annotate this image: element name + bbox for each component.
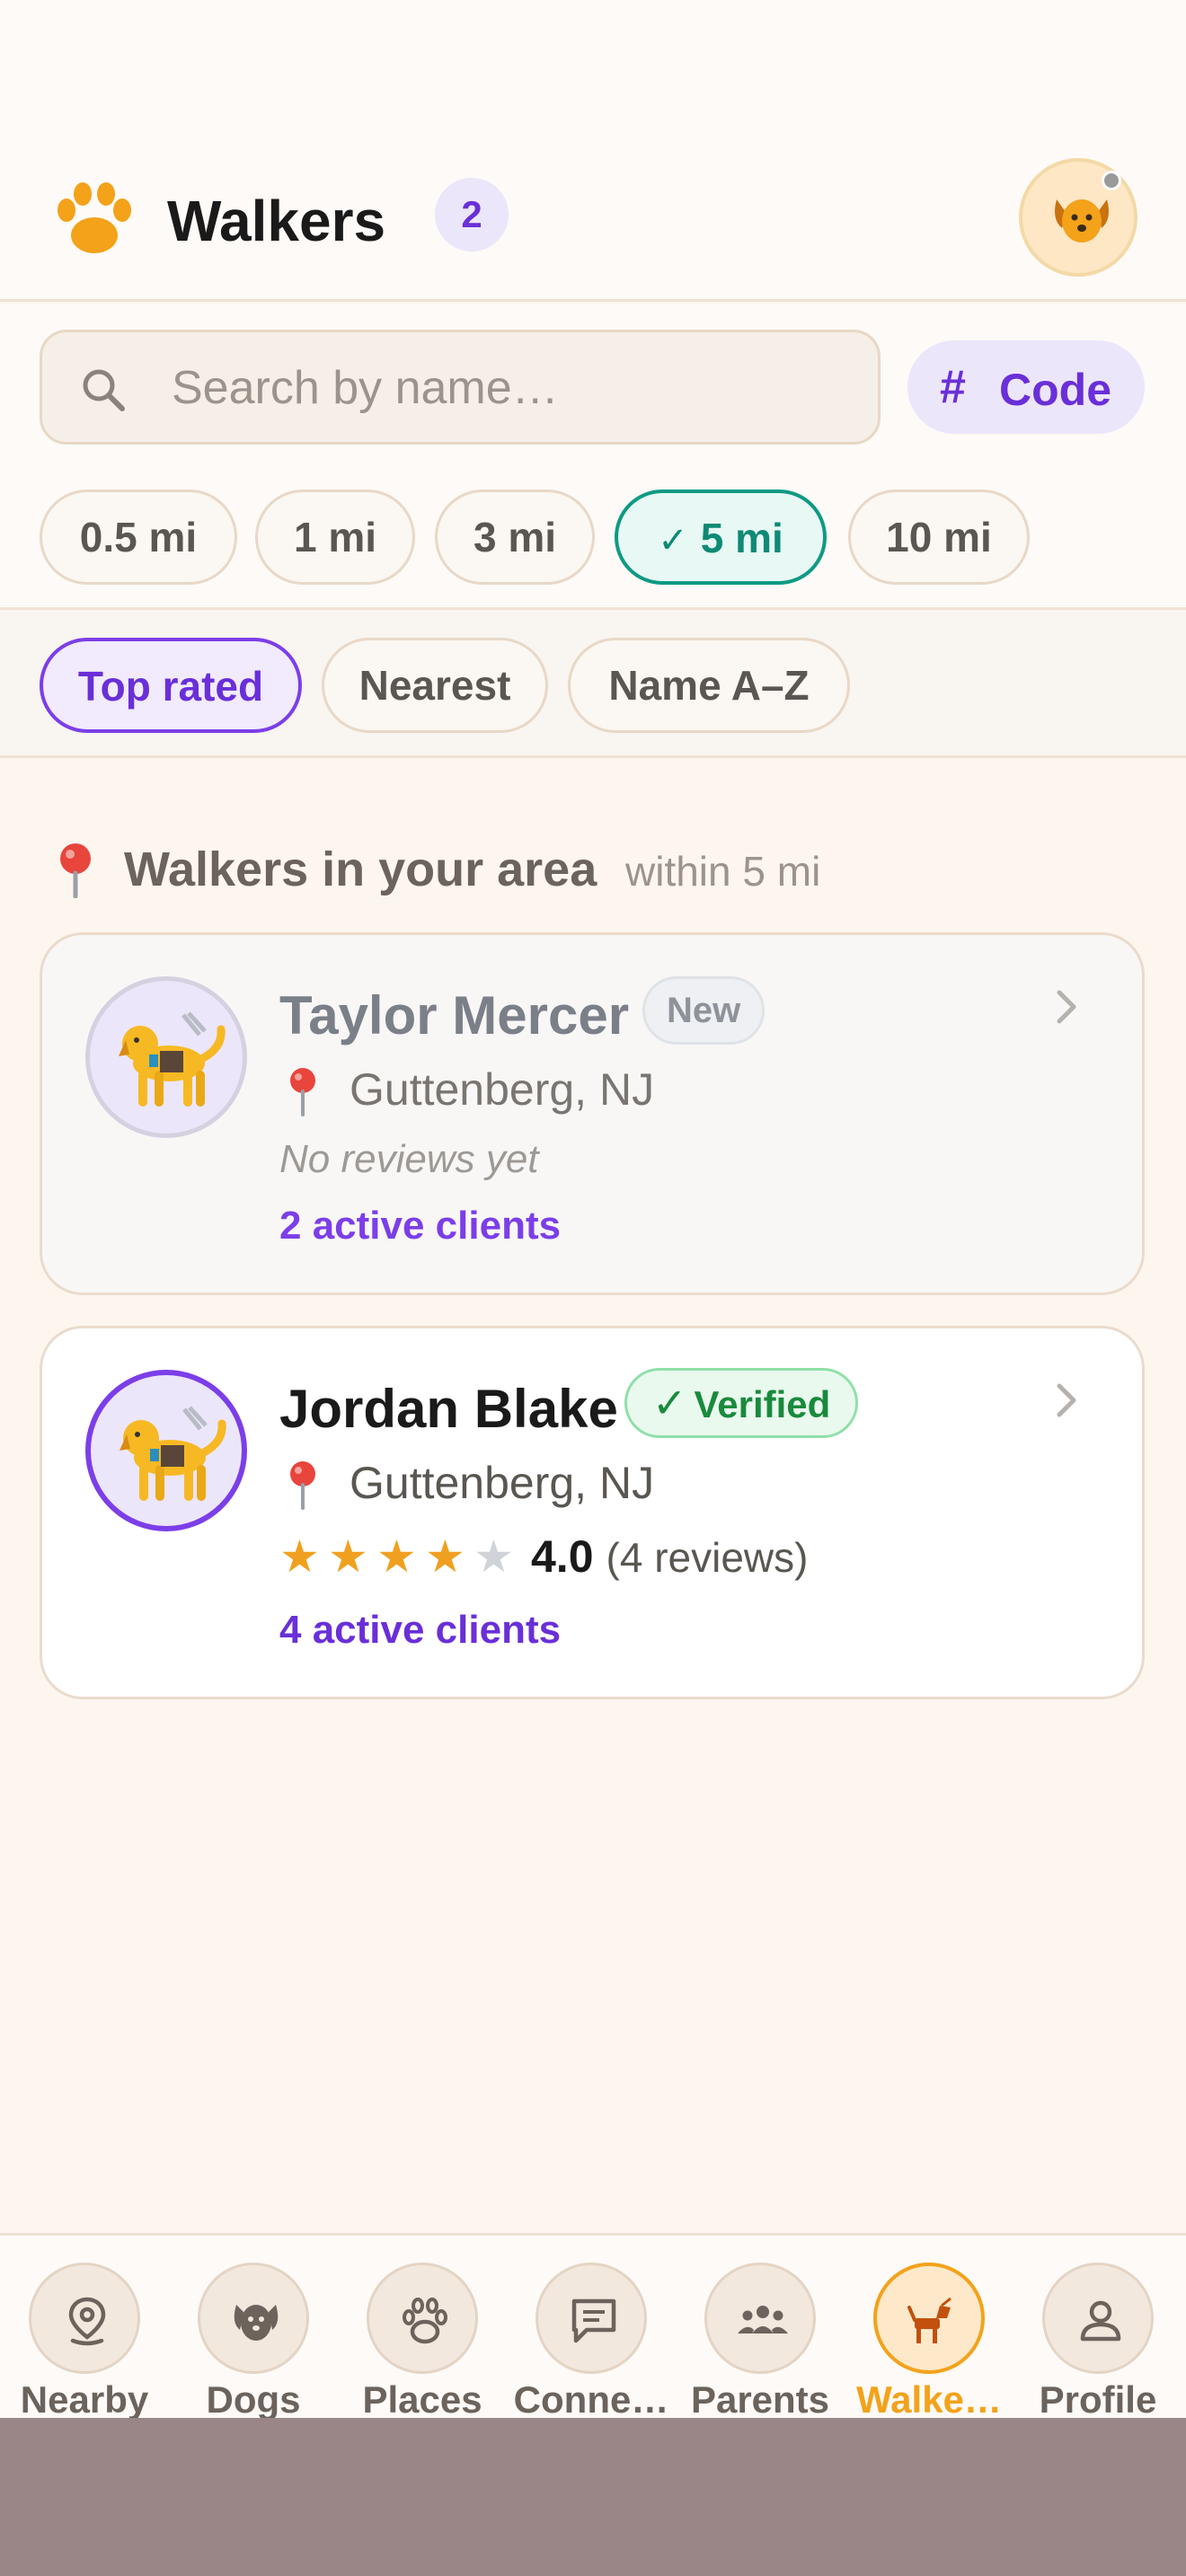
status-dot [1102, 171, 1121, 190]
location-pin-icon [290, 1461, 315, 1510]
dog-face-icon [1055, 199, 1109, 243]
page-title: Walkers [167, 189, 386, 253]
star-icon: ★ [279, 1531, 320, 1582]
nav-places[interactable]: Places [338, 2263, 507, 2421]
nav-icon-circle [873, 2263, 985, 2374]
nav-label: Conne… [513, 2378, 669, 2421]
new-badge: New [642, 976, 766, 1045]
paw-logo-icon [58, 182, 131, 253]
nav-parents[interactable]: Parents [676, 2263, 845, 2421]
nav-icon-circle [704, 2263, 816, 2374]
system-navigation-bar [0, 2418, 1186, 2576]
section-title: Walkers in your area [124, 842, 597, 896]
verified-badge: ✓ Verified [624, 1368, 859, 1438]
status-bar-area [0, 0, 1186, 153]
check-icon: ✓ [652, 1380, 687, 1426]
star-icon: ★ [376, 1531, 417, 1582]
nav-label: Nearby [20, 2378, 149, 2421]
dog-face-icon [234, 2305, 279, 2341]
nav-label: Dogs [206, 2378, 301, 2421]
person-icon [1080, 2300, 1121, 2342]
sort-chip-label: Top rated [77, 663, 264, 710]
search-icon [83, 369, 125, 411]
reviews-text: No reviews yet [279, 1137, 539, 1181]
distance-chip-label: 5 mi [700, 515, 783, 561]
hash-icon: # [940, 361, 966, 413]
walker-card[interactable]: Taylor Mercer New Guttenberg, NJ No revi… [40, 932, 1145, 1295]
chevron-right-icon [1057, 1383, 1076, 1417]
nav-profile[interactable]: Profile [1013, 2263, 1182, 2421]
section-subtitle: within 5 mi [625, 848, 821, 895]
chevron-right-icon [1057, 990, 1076, 1024]
active-clients: 2 active clients [279, 1204, 562, 1248]
walker-count-badge: 2 [435, 178, 509, 251]
sort-chip-label: Name A–Z [608, 662, 810, 709]
search-and-filter-area: # Code 0.5 mi 1 mi 3 mi ✓ 5 mi 10 mi [0, 304, 1186, 610]
nav-dogs[interactable]: Dogs [169, 2263, 338, 2421]
verified-label: Verified [694, 1383, 831, 1425]
distance-chip-0-5mi[interactable]: 0.5 mi [40, 490, 237, 585]
walker-location: Guttenberg, NJ [350, 1458, 655, 1508]
review-count: (4 reviews) [606, 1534, 809, 1581]
active-clients: 4 active clients [279, 1608, 562, 1652]
nav-icon-circle [367, 2263, 478, 2374]
chat-icon [571, 2298, 616, 2343]
nav-icon-circle [1042, 2263, 1154, 2374]
star-icon: ★ [425, 1531, 465, 1582]
nav-icon-circle [29, 2263, 140, 2374]
distance-chip-1mi[interactable]: 1 mi [255, 490, 415, 585]
bottom-navigation: Nearby Dogs Places Conne… Parents Walke…… [0, 2233, 1186, 2421]
search-input[interactable] [172, 348, 854, 428]
walker-avatar [85, 976, 247, 1138]
star-icon: ★ [474, 1531, 514, 1582]
distance-chip-3mi[interactable]: 3 mi [435, 490, 595, 585]
dog-walk-icon [907, 2297, 951, 2343]
star-icon: ★ [328, 1531, 368, 1582]
nav-nearby[interactable]: Nearby [0, 2263, 169, 2421]
group-icon [738, 2306, 788, 2333]
sort-name-az[interactable]: Name A–Z [568, 638, 850, 733]
distance-chip-10mi[interactable]: 10 mi [848, 490, 1030, 585]
code-button-label: Code [999, 365, 1111, 415]
nav-label: Walke… [856, 2378, 1002, 2421]
search-box [40, 330, 881, 445]
sort-top-rated[interactable]: Top rated [40, 638, 302, 733]
sort-options-bar: Top rated Nearest Name A–Z [0, 613, 1186, 758]
paw-icon [403, 2298, 447, 2344]
map-pin-icon [68, 2297, 106, 2346]
walker-name: Taylor Mercer [279, 985, 630, 1045]
rating-value: 4.0 [531, 1531, 594, 1582]
app-header: Walkers 2 [0, 153, 1186, 302]
sort-chip-label: Nearest [358, 662, 511, 709]
distance-chip-label: 1 mi [293, 514, 377, 560]
guide-dog-icon [119, 1011, 226, 1107]
location-pin-icon [290, 1068, 315, 1116]
walker-avatar [85, 1370, 247, 1531]
code-button[interactable]: # Code [907, 340, 1145, 434]
nav-label: Places [362, 2378, 482, 2421]
walker-card[interactable]: Jordan Blake ✓ Verified Guttenberg, NJ ★ ★… [40, 1326, 1145, 1699]
walker-location: Guttenberg, NJ [350, 1064, 655, 1115]
nav-icon-circle [535, 2263, 647, 2374]
sort-nearest[interactable]: Nearest [322, 638, 548, 733]
user-avatar[interactable] [1019, 158, 1137, 277]
check-icon: ✓ [658, 521, 688, 560]
guide-dog-icon [119, 1406, 226, 1501]
nav-icon-circle [198, 2263, 309, 2374]
nav-walkers[interactable]: Walke… [845, 2263, 1013, 2421]
distance-chip-label: 10 mi [886, 514, 992, 560]
map-pin-icon [60, 843, 91, 898]
walker-name: Jordan Blake [279, 1379, 618, 1439]
nav-connections[interactable]: Conne… [507, 2263, 676, 2421]
distance-chip-label: 0.5 mi [79, 514, 198, 560]
nav-label: Profile [1039, 2378, 1157, 2421]
nav-label: Parents [690, 2378, 830, 2421]
rating-row: ★ ★ ★ ★ ★ 4.0 (4 reviews) [279, 1528, 808, 1585]
distance-chip-label: 3 mi [473, 514, 557, 560]
distance-chip-5mi[interactable]: ✓ 5 mi [615, 490, 827, 585]
